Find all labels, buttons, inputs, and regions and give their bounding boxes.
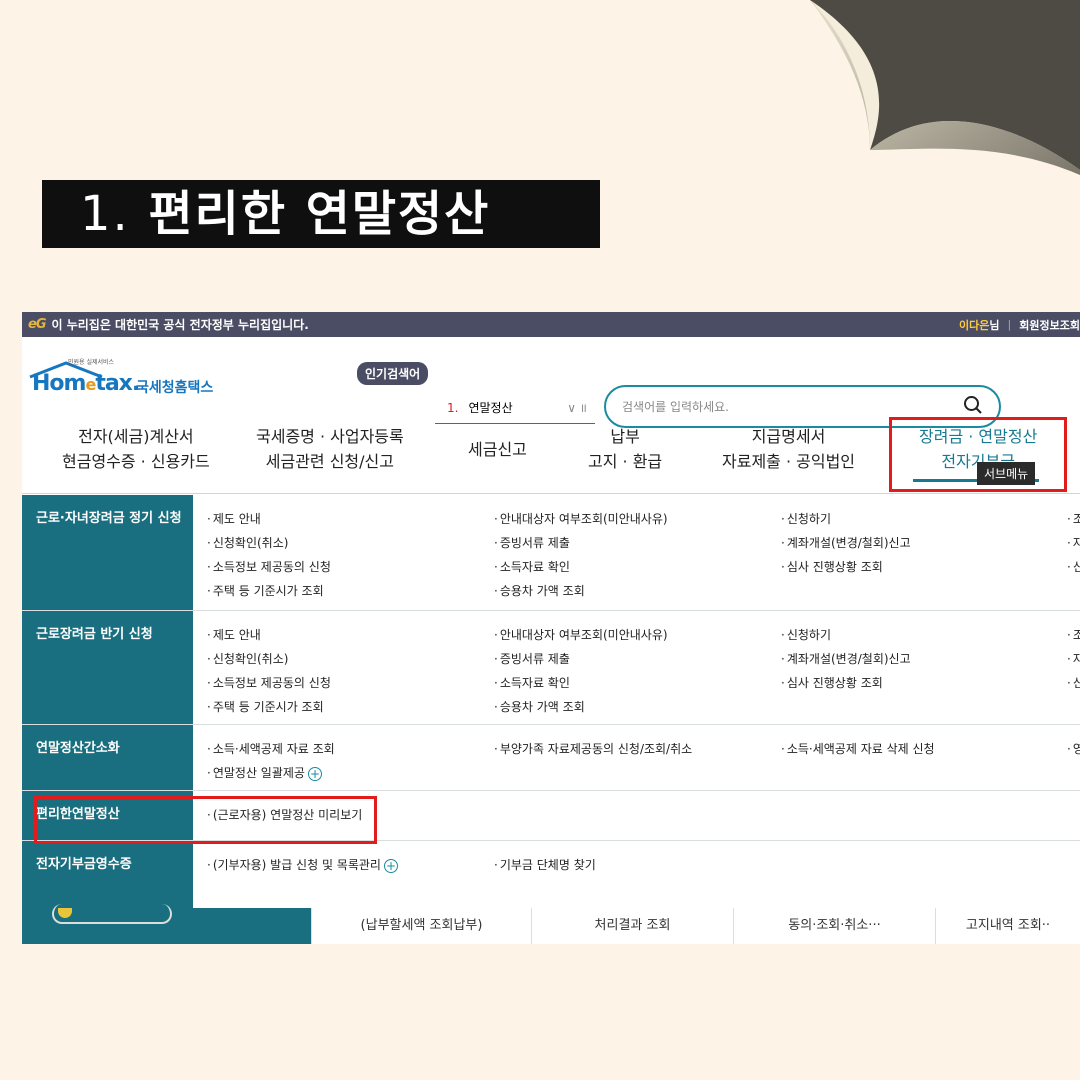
bottom-shortcut-bar: (납부할세액 조회납부) 처리결과 조회 동의·조회·취소··· 고지내역 조회… <box>22 904 1080 944</box>
gov-notice-text: 이 누리집은 대한민국 공식 전자정부 누리집입니다. <box>51 318 309 332</box>
submenu-tooltip: 서브메뉴 <box>977 462 1036 485</box>
nav-payment[interactable]: 납부 고지 · 환급 <box>588 424 662 474</box>
submenu-link[interactable]: 영 <box>1067 737 1080 761</box>
submenu-link[interactable]: 심사 진행상황 조회 <box>781 555 911 579</box>
submenu-link[interactable]: 소득·세액공제 자료 삭제 신청 <box>781 737 935 761</box>
submenu-link[interactable]: 기부금 단체명 찾기 <box>494 853 596 877</box>
nav-tax-report[interactable]: 세금신고 <box>468 437 527 462</box>
submenu-link[interactable]: 신청확인(취소) <box>207 531 331 555</box>
submenu-link[interactable]: 신청하기 <box>781 623 911 647</box>
gov-notice-bar: eG 이 누리집은 대한민국 공식 전자정부 누리집입니다. 이다은 님 | 회원… <box>22 312 1080 337</box>
nav-certificate[interactable]: 국세증명 · 사업자등록 세금관련 신청/신고 <box>256 424 404 474</box>
nav-statement[interactable]: 지급명세서 자료제출 · 공익법인 <box>722 424 855 474</box>
submenu-row: 연말정산간소화 소득·세액공제 자료 조회 연말정산 일괄제공+ 부양가족 자료… <box>22 725 1080 791</box>
expand-plus-icon[interactable]: + <box>307 766 322 781</box>
submenu-link[interactable]: 자 <box>1067 531 1080 555</box>
egov-logo: eG <box>28 317 46 332</box>
submenu-link[interactable]: 신 <box>1067 671 1080 695</box>
submenu-link[interactable]: 계좌개설(변경/철회)신고 <box>781 647 911 671</box>
submenu-link[interactable]: 연말정산 일괄제공+ <box>207 761 335 785</box>
submenu-link[interactable]: 증빙서류 제출 <box>494 531 668 555</box>
site-header: 민원용 실제서비스 Hometax. 국세청홈택스 인기검색어 1. 연말정산 … <box>22 337 1080 428</box>
hometax-logo[interactable]: 민원용 실제서비스 Hometax. 국세청홈택스 <box>26 357 236 405</box>
page-heading: 1. 편리한 연말정산 <box>42 180 600 248</box>
submenu-row: 근로·자녀장려금 정기 신청 제도 안내 신청확인(취소) 소득정보 제공동의 … <box>22 495 1080 611</box>
submenu-link[interactable]: 소득자료 확인 <box>494 671 668 695</box>
submenu-link[interactable]: 계좌개설(변경/철회)신고 <box>781 531 911 555</box>
submenu-link[interactable]: 안내대상자 여부조회(미안내사유) <box>494 623 668 647</box>
shortcut-link[interactable]: 고지내역 조회·· <box>935 908 1080 944</box>
submenu-link[interactable]: 부양가족 자료제공동의 신청/조회/취소 <box>494 737 692 761</box>
submenu-row: 전자기부금영수증 (기부자용) 발급 신청 및 목록관리+ 기부금 단체명 찾기 <box>22 841 1080 908</box>
submenu-link[interactable]: 조 <box>1067 507 1080 531</box>
submenu-link[interactable]: 소득·세액공제 자료 조회 <box>207 737 335 761</box>
submenu-link[interactable]: 제도 안내 <box>207 623 331 647</box>
shortcut-link[interactable]: 처리결과 조회 <box>531 908 733 944</box>
member-info-link[interactable]: 회원정보조회 <box>1019 317 1080 333</box>
page-curl-decoration <box>810 0 1080 175</box>
popular-keyword-badge: 인기검색어 <box>357 362 429 385</box>
submenu-link[interactable]: 주택 등 기준시가 조회 <box>207 579 331 603</box>
shortcut-link[interactable]: 동의·조회·취소··· <box>733 908 935 944</box>
submenu-link[interactable]: 승용차 가액 조회 <box>494 579 668 603</box>
submenu-panel: 근로·자녀장려금 정기 신청 제도 안내 신청확인(취소) 소득정보 제공동의 … <box>22 495 1080 908</box>
submenu-link[interactable]: 조 <box>1067 623 1080 647</box>
submenu-category: 근로·자녀장려금 정기 신청 <box>22 495 193 610</box>
submenu-link[interactable]: 자 <box>1067 647 1080 671</box>
highlight-box-yearend <box>34 796 377 844</box>
submenu-link[interactable]: 신청하기 <box>781 507 911 531</box>
submenu-link[interactable]: 증빙서류 제출 <box>494 647 668 671</box>
submenu-link[interactable]: (기부자용) 발급 신청 및 목록관리+ <box>207 853 398 877</box>
submenu-category: 근로장려금 반기 신청 <box>22 611 193 724</box>
submenu-link[interactable]: 주택 등 기준시가 조회 <box>207 695 331 719</box>
submenu-link[interactable]: 소득정보 제공동의 신청 <box>207 671 331 695</box>
submenu-link[interactable]: 신 <box>1067 555 1080 579</box>
expand-plus-icon[interactable]: + <box>383 858 398 873</box>
submenu-link[interactable]: 소득자료 확인 <box>494 555 668 579</box>
submenu-category: 연말정산간소화 <box>22 725 193 790</box>
submenu-category: 전자기부금영수증 <box>22 841 193 908</box>
submenu-link[interactable]: 신청확인(취소) <box>207 647 331 671</box>
submenu-row: 근로장려금 반기 신청 제도 안내 신청확인(취소) 소득정보 제공동의 신청 … <box>22 611 1080 725</box>
user-suffix: 님 <box>989 318 1000 332</box>
user-name: 이다은 <box>959 318 990 332</box>
submenu-link[interactable]: 소득정보 제공동의 신청 <box>207 555 331 579</box>
submenu-link[interactable]: 제도 안내 <box>207 507 331 531</box>
submenu-link[interactable]: 심사 진행상황 조회 <box>781 671 911 695</box>
nav-einvoice[interactable]: 전자(세금)계산서 현금영수증 · 신용카드 <box>62 424 210 474</box>
submenu-link[interactable]: 승용차 가액 조회 <box>494 695 668 719</box>
shortcut-link[interactable]: (납부할세액 조회납부) <box>311 908 531 944</box>
hometax-screenshot: eG 이 누리집은 대한민국 공식 전자정부 누리집입니다. 이다은 님 | 회원… <box>22 312 1080 944</box>
submenu-link[interactable]: 안내대상자 여부조회(미안내사유) <box>494 507 668 531</box>
